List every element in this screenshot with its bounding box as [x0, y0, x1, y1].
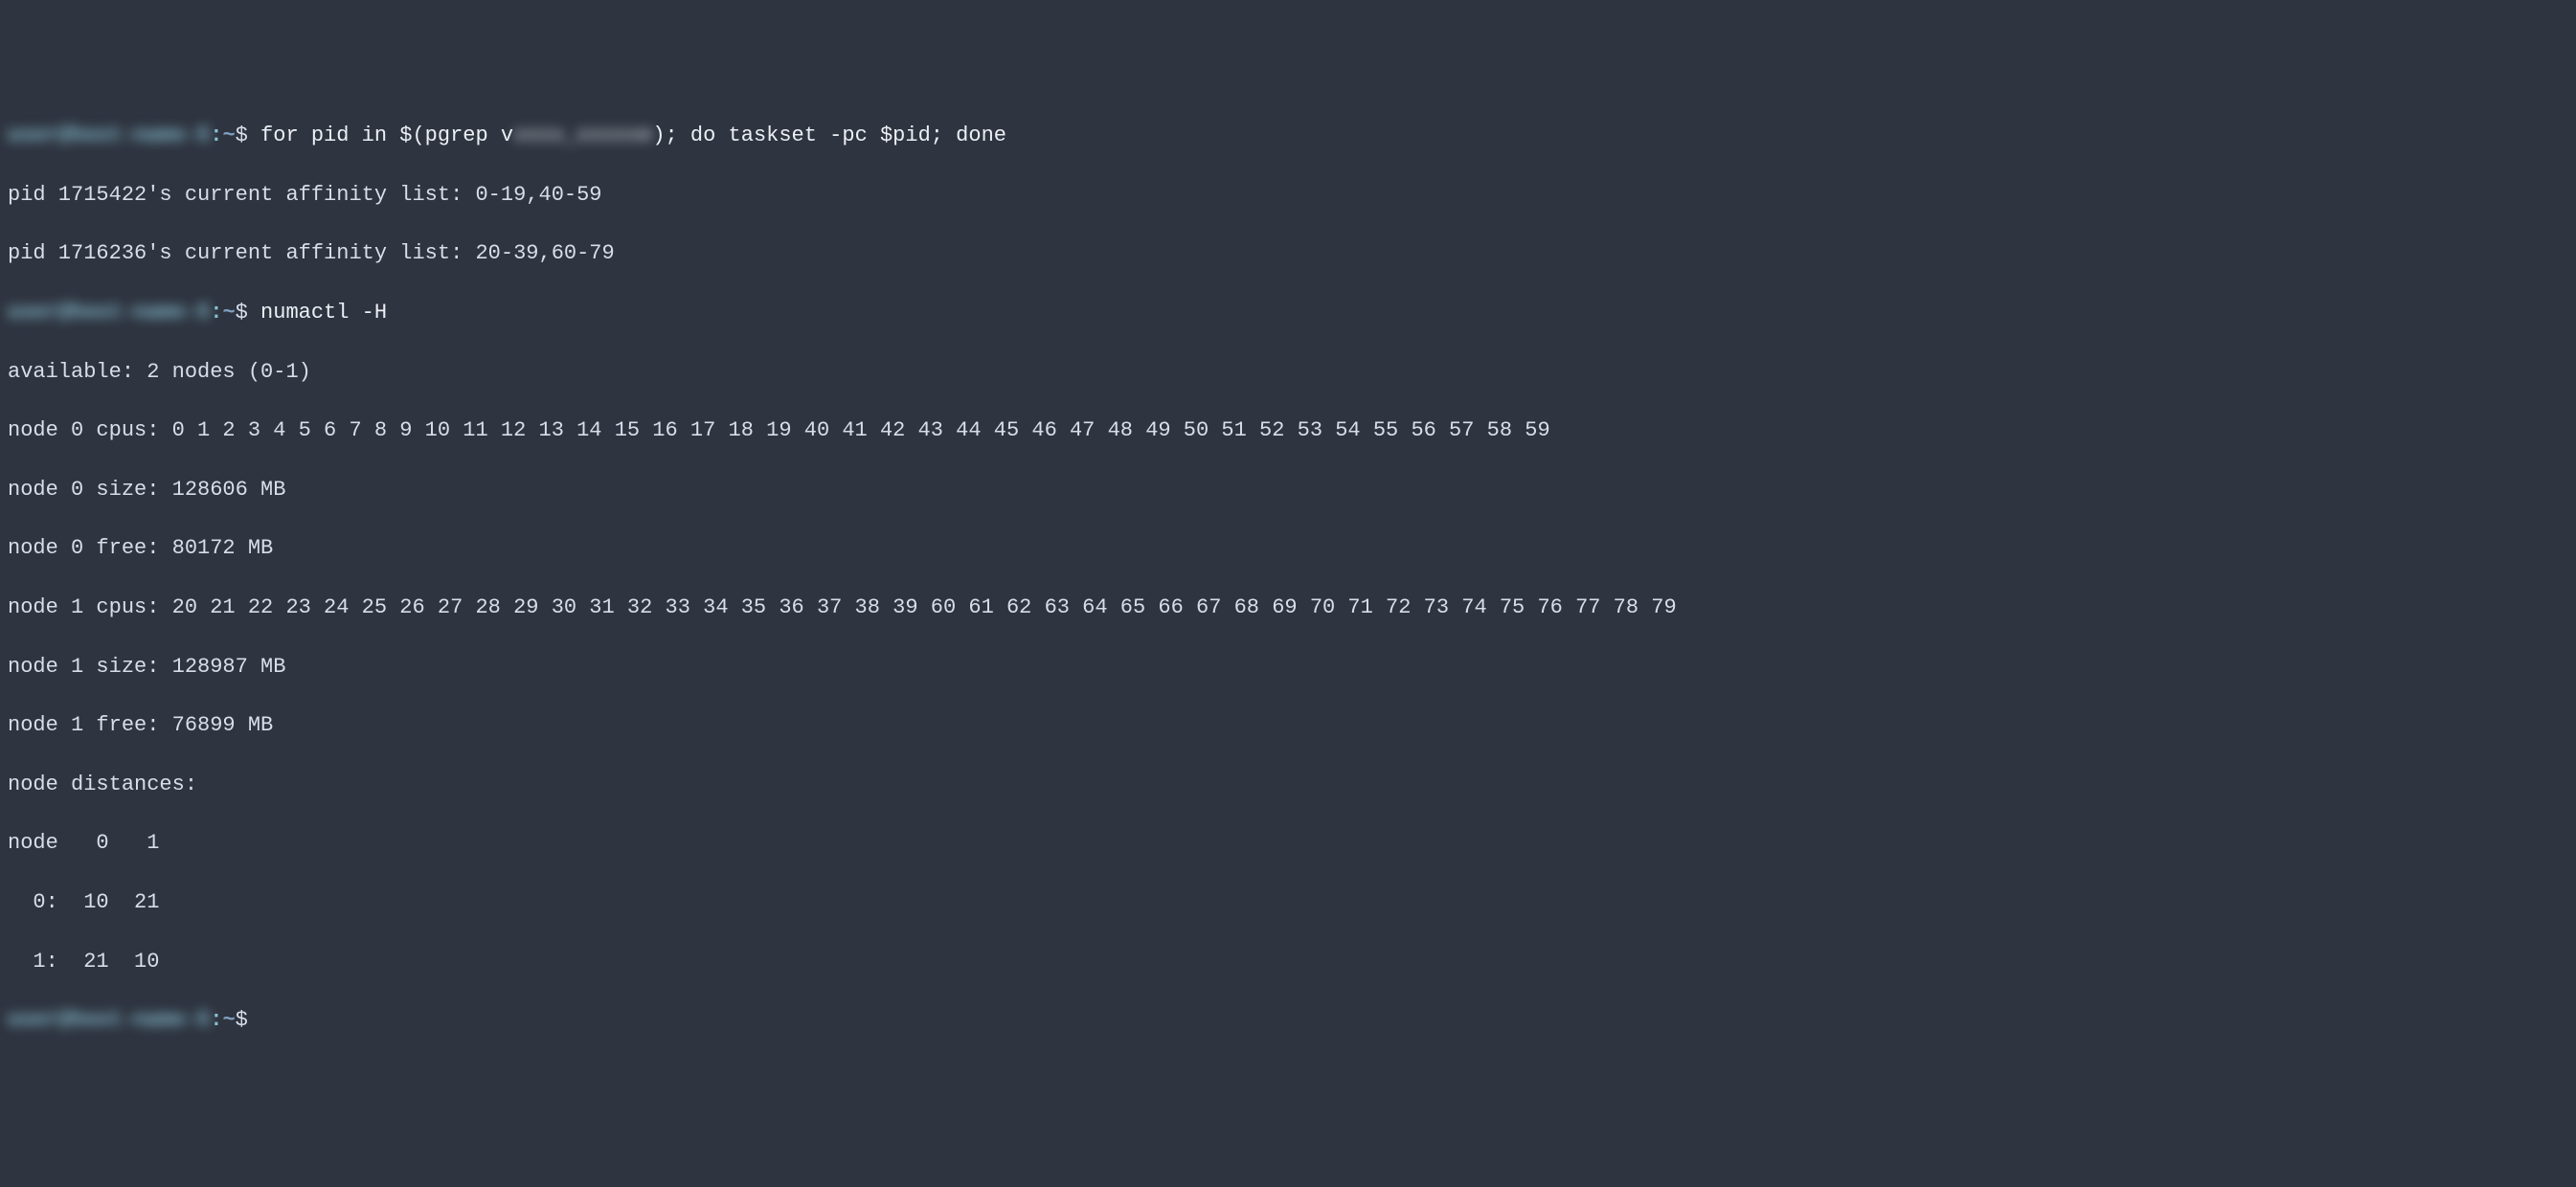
- terminal-output: node 0 free: 80172 MB: [8, 534, 2568, 564]
- terminal-output: pid 1716236's current affinity list: 20-…: [8, 239, 2568, 269]
- prompt-dollar: $: [236, 301, 260, 325]
- prompt-path: ~: [222, 301, 235, 325]
- terminal-output: node 0 size: 128606 MB: [8, 476, 2568, 505]
- prompt-path: ~: [222, 1008, 235, 1032]
- terminal-output: node distances:: [8, 771, 2568, 800]
- terminal-output: node 1 free: 76899 MB: [8, 711, 2568, 741]
- terminal-line-prompt[interactable]: user@host-name-5:~$: [8, 1006, 2568, 1036]
- terminal-output: available: 2 nodes (0-1): [8, 358, 2568, 388]
- terminal-output: 0: 10 21: [8, 888, 2568, 918]
- command-redacted: xxxx_xxxxxe: [513, 123, 652, 147]
- prompt-host: user@host-name-5: [8, 301, 210, 325]
- terminal-output: 1: 21 10: [8, 948, 2568, 977]
- prompt-host: user@host-name-5: [8, 123, 210, 147]
- prompt-host: user@host-name-5: [8, 1008, 210, 1032]
- terminal-output: node 1 size: 128987 MB: [8, 653, 2568, 683]
- prompt-dollar: $: [236, 1008, 260, 1032]
- terminal-line-cmd2[interactable]: user@host-name-5:~$ numactl -H: [8, 299, 2568, 328]
- prompt-sep: :: [210, 123, 222, 147]
- prompt-sep: :: [210, 301, 222, 325]
- prompt-sep: :: [210, 1008, 222, 1032]
- terminal-line-cmd1[interactable]: user@host-name-5:~$ for pid in $(pgrep v…: [8, 122, 2568, 151]
- terminal-output: pid 1715422's current affinity list: 0-1…: [8, 181, 2568, 211]
- terminal-output: node 0 cpus: 0 1 2 3 4 5 6 7 8 9 10 11 1…: [8, 416, 2568, 446]
- prompt-dollar: $: [236, 123, 260, 147]
- prompt-path: ~: [222, 123, 235, 147]
- command-text: numactl -H: [260, 301, 387, 325]
- command-text: ); do taskset -pc $pid; done: [652, 123, 1006, 147]
- terminal-output: node 1 cpus: 20 21 22 23 24 25 26 27 28 …: [8, 594, 2568, 623]
- terminal-output: node 0 1: [8, 829, 2568, 859]
- command-text: for pid in $(pgrep v: [260, 123, 513, 147]
